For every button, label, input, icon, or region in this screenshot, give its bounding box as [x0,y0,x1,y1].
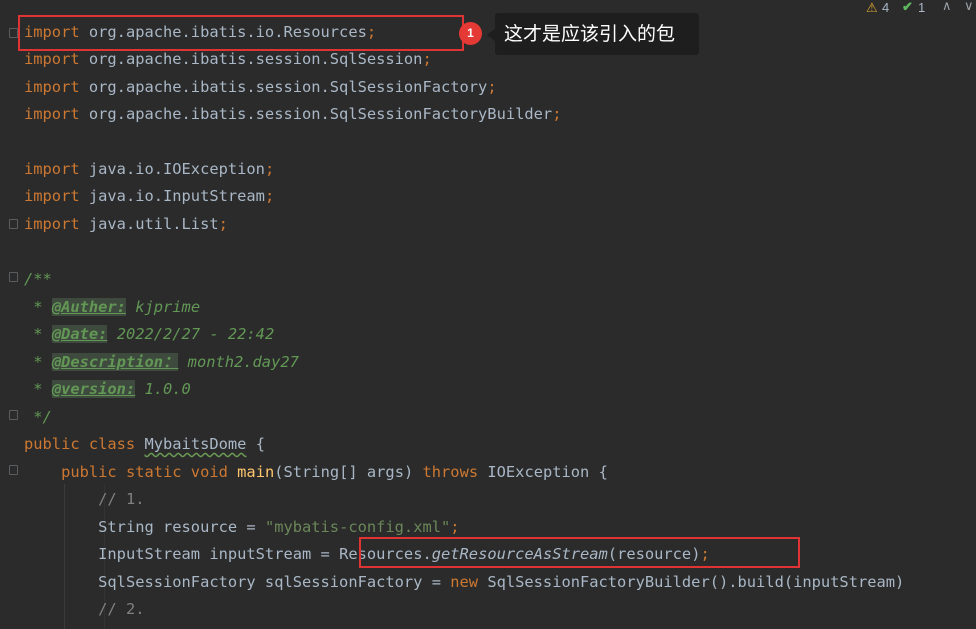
code-text: InputStream inputStream = [98,545,340,563]
keyword: public static void [61,463,228,481]
code-text: org.apache.ibatis.session.SqlSession [79,50,423,68]
code-text: org.apache.ibatis.session.SqlSessionFact… [79,105,553,123]
keyword: import [24,215,80,233]
keyword: import [24,50,80,68]
code-line[interactable]: String resource = "mybatis-config.xml"; [24,515,460,539]
check-count: 1 [918,0,926,15]
code-text: SqlSessionFactory sqlSessionFactory = [98,573,451,591]
doc-value: 2022/2/27 - 22:42 [107,325,275,343]
code-line[interactable]: public static void main(String[] args) t… [24,460,608,484]
javadoc-close[interactable]: */ [24,405,52,429]
code-text: SqlSessionFactoryBuilder().build(inputSt… [478,573,905,591]
code-line[interactable]: // 1. [24,487,144,511]
semicolon: ; [552,105,562,123]
keyword: public class [24,435,136,453]
javadoc-line[interactable]: * @Date: 2022/2/27 - 22:42 [24,322,274,346]
code-line[interactable]: SqlSessionFactory sqlSessionFactory = ne… [24,570,904,594]
check-icon[interactable]: ✔ [902,0,913,15]
keyword: import [24,78,80,96]
doc-value: kjprime [125,298,201,316]
semicolon: ; [422,50,432,68]
comment: // 2. [98,600,145,618]
editor-gutter [0,0,22,629]
class-name: MybaitsDome [144,435,247,453]
code-line[interactable]: import java.io.InputStream; [24,184,274,208]
chevron-down-icon[interactable]: ∨ [964,0,974,14]
code-text: java.io.InputStream [79,187,265,205]
code-editor[interactable]: import org.apache.ibatis.io.Resources; i… [0,0,976,629]
code-line[interactable]: import java.io.IOException; [24,157,274,181]
semicolon: ; [264,160,275,178]
doc-tag: @Description： [51,353,179,371]
javadoc-line[interactable]: * @version: 1.0.0 [24,377,191,401]
semicolon: ; [450,518,460,536]
callout-badge: 1 [459,22,482,45]
keyword: throws [422,463,479,481]
doc-tag: @Auther: [51,298,126,316]
semicolon: ; [264,187,275,205]
fold-marker[interactable] [9,28,18,38]
fold-marker[interactable] [9,272,18,282]
doc-star: * [24,298,52,316]
highlight-box-call [359,537,800,568]
code-line[interactable]: import java.util.List; [24,212,228,236]
code-line[interactable]: public class MybaitsDome { [24,432,265,456]
annotation-tooltip: 这才是应该引入的包 [495,13,699,55]
code-text: String resource = [98,518,265,536]
javadoc-line[interactable]: * @Description： month2.day27 [24,350,299,374]
keyword: import [24,105,80,123]
doc-tag: @Date: [51,325,108,343]
keyword: import [24,187,80,205]
chevron-up-icon[interactable]: ∧ [942,0,952,14]
code-line[interactable]: import org.apache.ibatis.session.SqlSess… [24,102,561,126]
warning-icon[interactable]: ⚠ [866,0,878,16]
semicolon: ; [487,78,497,96]
doc-value: month2.day27 [178,353,299,371]
fold-marker[interactable] [9,410,18,420]
code-text: java.io.IOException [79,160,265,178]
string-literal: "mybatis-config.xml" [264,518,451,536]
code-line[interactable]: // 2. [24,597,144,621]
javadoc-open[interactable]: /** [24,267,52,291]
code-text: org.apache.ibatis.session.SqlSessionFact… [79,78,488,96]
code-text: (String[] args) [274,463,423,481]
doc-value: 1.0.0 [135,380,191,398]
doc-star: * [24,353,52,371]
warning-count: 4 [882,0,890,15]
doc-star: * [24,325,52,343]
code-text: java.util.List [79,215,219,233]
fold-marker[interactable] [9,465,18,475]
doc-tag: @version: [51,380,136,398]
inspection-status[interactable]: ⚠ 4 ✔ 1 ∧ ∨ [866,0,976,17]
doc-star: * [24,380,52,398]
fold-marker[interactable] [9,219,18,229]
code-text: { [246,435,265,453]
semicolon: ; [218,215,228,233]
code-line[interactable]: import org.apache.ibatis.session.SqlSess… [24,75,497,99]
keyword: new [450,573,479,591]
method-name: main [237,463,275,481]
code-text: IOException { [478,463,608,481]
highlight-box-import [18,15,464,51]
comment: // 1. [98,490,145,508]
keyword: import [24,160,80,178]
javadoc-line[interactable]: * @Auther: kjprime [24,295,200,319]
